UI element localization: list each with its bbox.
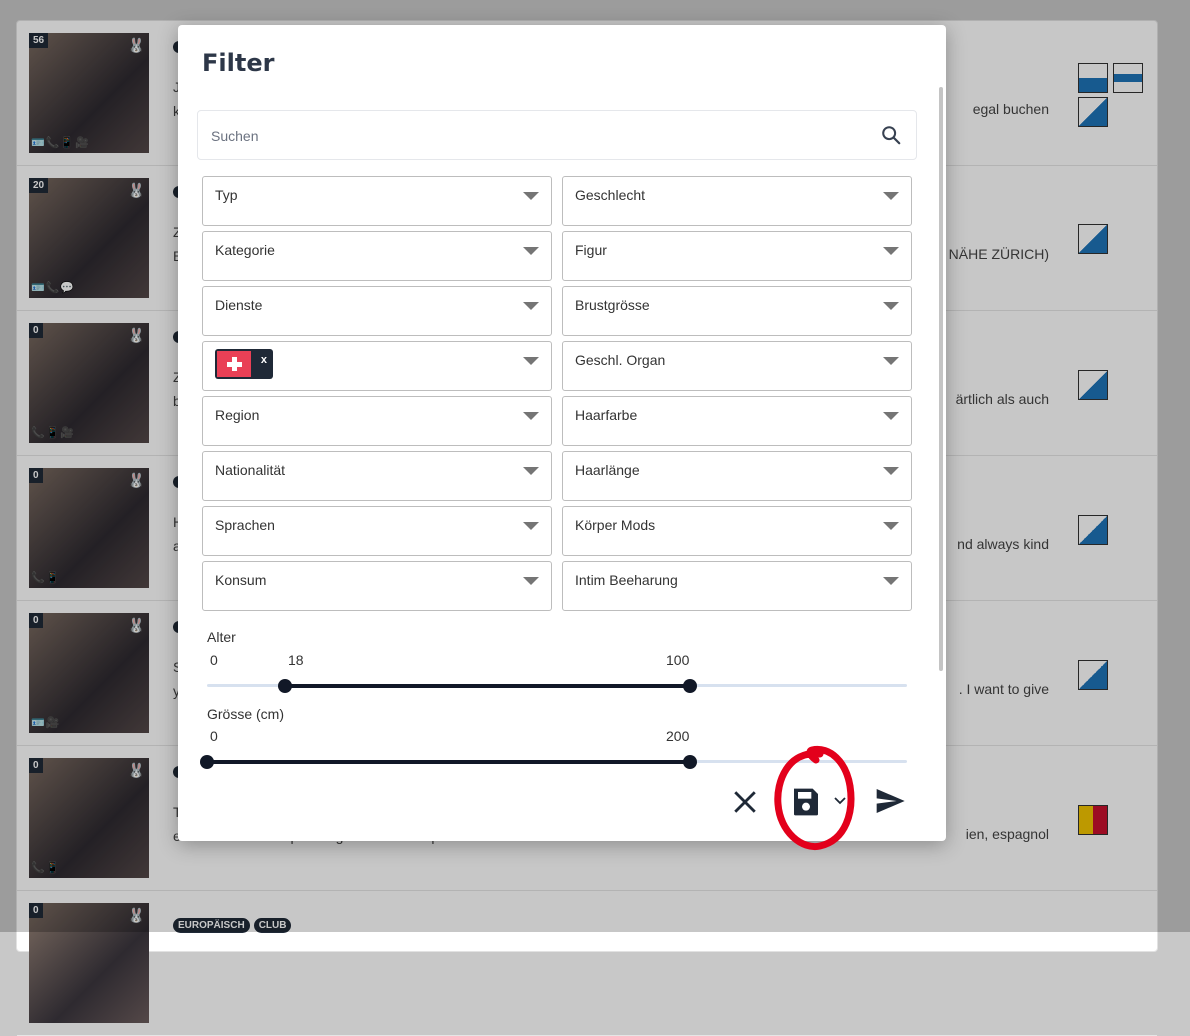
close-icon[interactable] bbox=[732, 789, 758, 815]
filter-select[interactable]: Haarfarbe bbox=[562, 396, 912, 446]
selected-country-chip: x bbox=[215, 349, 273, 379]
chevron-down-icon[interactable] bbox=[883, 247, 899, 255]
size-slider-high-handle[interactable] bbox=[682, 755, 697, 769]
size-min-label: 0 bbox=[210, 728, 218, 744]
age-slider-low-handle[interactable] bbox=[278, 679, 293, 693]
dialog-scrollbar[interactable] bbox=[939, 87, 943, 671]
chevron-down-icon[interactable] bbox=[883, 192, 899, 200]
filter-select-label: Brustgrösse bbox=[575, 297, 650, 313]
filter-select-label: Geschl. Organ bbox=[575, 352, 666, 368]
chevron-down-icon[interactable] bbox=[523, 357, 539, 365]
age-slider-high-handle[interactable] bbox=[682, 679, 697, 693]
highlight-annotation bbox=[774, 745, 855, 851]
filter-select-label: Dienste bbox=[215, 297, 263, 313]
filter-select-label: Figur bbox=[575, 242, 607, 258]
search-input[interactable] bbox=[209, 121, 853, 151]
filter-select[interactable]: Geschl. Organ bbox=[562, 341, 912, 391]
size-high-value: 200 bbox=[666, 728, 690, 744]
chevron-down-icon[interactable] bbox=[523, 247, 539, 255]
chip-remove-button[interactable]: x bbox=[261, 354, 267, 366]
country-select[interactable]: x bbox=[202, 341, 552, 391]
chevron-down-icon[interactable] bbox=[523, 192, 539, 200]
chevron-down-icon[interactable] bbox=[523, 577, 539, 585]
filter-select-label: Nationalität bbox=[215, 462, 286, 478]
dialog-title: Filter bbox=[202, 49, 275, 77]
filter-select-label: Konsum bbox=[215, 572, 267, 588]
search-icon[interactable] bbox=[880, 124, 902, 146]
swiss-flag-icon bbox=[217, 351, 251, 377]
filter-select[interactable]: Intim Beeharung bbox=[562, 561, 912, 611]
size-label: Grösse (cm) bbox=[207, 706, 284, 722]
chevron-down-icon[interactable] bbox=[883, 577, 899, 585]
filter-select-label: Geschlecht bbox=[575, 187, 646, 203]
filter-select[interactable]: Region bbox=[202, 396, 552, 446]
filter-select[interactable]: Konsum bbox=[202, 561, 552, 611]
filter-select-label: Region bbox=[215, 407, 260, 423]
chevron-down-icon[interactable] bbox=[883, 522, 899, 530]
filter-select-label: Haarfarbe bbox=[575, 407, 638, 423]
filter-select-label: Intim Beeharung bbox=[575, 572, 678, 588]
chevron-down-icon[interactable] bbox=[883, 357, 899, 365]
filter-select[interactable]: Brustgrösse bbox=[562, 286, 912, 336]
chevron-down-icon[interactable] bbox=[883, 412, 899, 420]
filter-select[interactable]: Kategorie bbox=[202, 231, 552, 281]
chevron-down-icon[interactable] bbox=[523, 522, 539, 530]
send-icon[interactable] bbox=[872, 785, 908, 817]
chevron-down-icon[interactable] bbox=[523, 412, 539, 420]
age-slider-range bbox=[285, 684, 690, 688]
chevron-down-icon[interactable] bbox=[523, 467, 539, 475]
filter-select[interactable]: Sprachen bbox=[202, 506, 552, 556]
filter-dialog: Filter Typ Geschlecht Kategorie Figur Di… bbox=[178, 25, 946, 841]
age-high-value: 100 bbox=[666, 652, 690, 668]
size-slider-low-handle[interactable] bbox=[200, 755, 214, 769]
filter-select-label: Kategorie bbox=[215, 242, 275, 258]
filter-select[interactable]: Typ bbox=[202, 176, 552, 226]
search-box bbox=[197, 110, 917, 160]
filter-select-label: Typ bbox=[215, 187, 238, 203]
age-min-label: 0 bbox=[210, 652, 218, 668]
filter-select[interactable]: Figur bbox=[562, 231, 912, 281]
filter-select[interactable]: Körper Mods bbox=[562, 506, 912, 556]
chevron-down-icon[interactable] bbox=[883, 302, 899, 310]
filter-select-label: Sprachen bbox=[215, 517, 275, 533]
chevron-down-icon[interactable] bbox=[523, 302, 539, 310]
age-label: Alter bbox=[207, 629, 236, 645]
age-low-value: 18 bbox=[288, 652, 304, 668]
filter-select[interactable]: Nationalität bbox=[202, 451, 552, 501]
filter-select[interactable]: Geschlecht bbox=[562, 176, 912, 226]
size-slider-range bbox=[207, 760, 690, 764]
filter-select-label: Haarlänge bbox=[575, 462, 640, 478]
chevron-down-icon[interactable] bbox=[883, 467, 899, 475]
filter-select[interactable]: Dienste bbox=[202, 286, 552, 336]
filter-select[interactable]: Haarlänge bbox=[562, 451, 912, 501]
filter-select-label: Körper Mods bbox=[575, 517, 656, 533]
